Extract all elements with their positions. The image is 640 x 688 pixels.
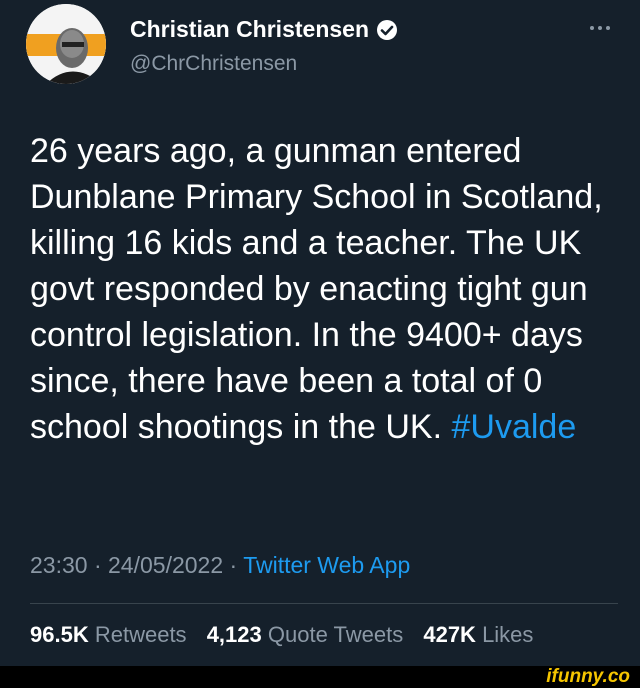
tweet-meta: 23:30 · 24/05/2022 · Twitter Web App — [30, 552, 410, 579]
likes-count: 427K — [423, 622, 476, 647]
author-avatar[interactable] — [26, 4, 106, 84]
quotes-count: 4,123 — [206, 622, 262, 647]
hashtag-link[interactable]: #Uvalde — [451, 408, 576, 446]
meta-separator: · — [93, 552, 102, 578]
tweet-source-link[interactable]: Twitter Web App — [243, 552, 410, 578]
retweets-stat[interactable]: 96.5K Retweets — [30, 622, 187, 647]
tweet-text: 26 years ago, a gunman entered Dunblane … — [30, 132, 603, 446]
tweet-stats: 96.5K Retweets 4,123 Quote Tweets 427K L… — [30, 622, 547, 648]
quotes-label: Quote Tweets — [267, 622, 404, 647]
divider — [30, 603, 618, 604]
ifunny-watermark-logo: ifunny.co — [546, 666, 630, 687]
meta-separator: · — [229, 552, 238, 578]
tweet-body: 26 years ago, a gunman entered Dunblane … — [30, 128, 620, 450]
likes-label: Likes — [482, 622, 534, 647]
author-handle[interactable]: @ChrChristensen — [130, 52, 297, 76]
retweets-count: 96.5K — [30, 622, 89, 647]
tweet-time[interactable]: 23:30 — [30, 552, 88, 578]
likes-stat[interactable]: 427K Likes — [423, 622, 533, 647]
verified-badge-icon — [376, 19, 398, 41]
tweet-card: Christian Christensen @ChrChristensen 26… — [0, 0, 640, 666]
quote-tweets-stat[interactable]: 4,123 Quote Tweets — [207, 622, 404, 647]
ellipsis-icon — [590, 26, 610, 30]
author-display-name[interactable]: Christian Christensen — [130, 16, 369, 43]
watermark-bar: ifunny.co — [0, 666, 640, 688]
profile-photo-icon — [26, 4, 106, 84]
more-options-button[interactable] — [585, 18, 615, 38]
retweets-label: Retweets — [94, 622, 187, 647]
tweet-date[interactable]: 24/05/2022 — [108, 552, 223, 578]
author-name-row: Christian Christensen — [130, 16, 398, 43]
